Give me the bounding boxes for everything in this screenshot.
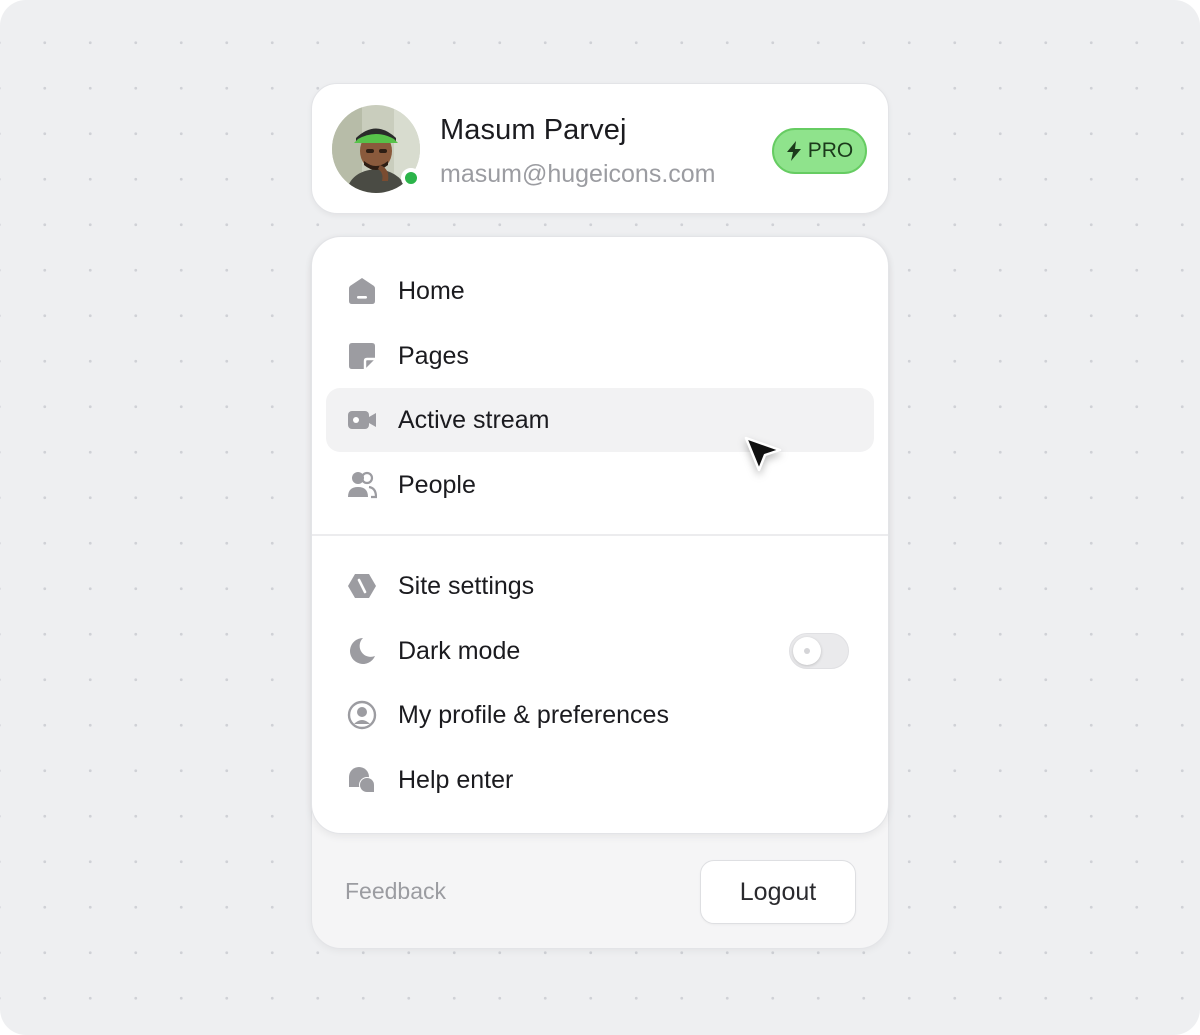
menu-item-label: Dark mode [398, 636, 521, 665]
feedback-link[interactable]: Feedback [345, 878, 446, 905]
settings-hexagon-icon [346, 570, 378, 602]
menu-item-people[interactable]: People [326, 453, 874, 517]
menu-item-my-profile[interactable]: My profile & preferences [326, 683, 874, 747]
chat-bubbles-icon [346, 764, 378, 796]
note-icon [346, 340, 378, 372]
menu-item-dark-mode[interactable]: Dark mode [326, 619, 874, 683]
mouse-cursor-icon [744, 436, 782, 472]
logout-button[interactable]: Logout [700, 860, 856, 924]
online-status-dot [401, 168, 421, 188]
menu-panel: Home Pages Active stream People Site set… [311, 236, 889, 949]
users-icon [346, 469, 378, 501]
toggle-knob [793, 637, 821, 665]
menu-item-site-settings[interactable]: Site settings [326, 554, 874, 618]
menu-item-label: Help enter [398, 765, 514, 794]
pro-badge-label: PRO [807, 139, 854, 162]
menu-card: Home Pages Active stream People Site set… [311, 236, 889, 834]
menu-item-active-stream[interactable]: Active stream [326, 388, 874, 452]
profile-card[interactable]: Masum Parvej masum@hugeicons.com PRO [311, 83, 889, 214]
video-camera-icon [346, 404, 378, 436]
menu-item-label: Active stream [398, 405, 550, 434]
dark-mode-toggle[interactable] [789, 633, 849, 669]
menu-item-label: My profile & preferences [398, 700, 669, 729]
menu-item-label: Site settings [398, 571, 535, 600]
moon-icon [346, 635, 378, 667]
menu-item-label: Home [398, 276, 465, 305]
menu-item-help-center[interactable]: Help enter [326, 748, 874, 812]
menu-item-home[interactable]: Home [326, 259, 874, 323]
dotted-background: Masum Parvej masum@hugeicons.com PRO Hom… [0, 0, 1200, 1035]
lightning-icon [786, 141, 801, 161]
user-circle-icon [346, 699, 378, 731]
menu-item-pages[interactable]: Pages [326, 324, 874, 388]
pro-badge[interactable]: PRO [772, 128, 867, 174]
menu-item-label: People [398, 470, 476, 499]
avatar[interactable] [332, 105, 421, 193]
profile-name: Masum Parvej [440, 114, 627, 146]
profile-email: masum@hugeicons.com [440, 160, 716, 188]
menu-divider [312, 534, 888, 536]
menu-item-label: Pages [398, 341, 469, 370]
home-icon [346, 275, 378, 307]
